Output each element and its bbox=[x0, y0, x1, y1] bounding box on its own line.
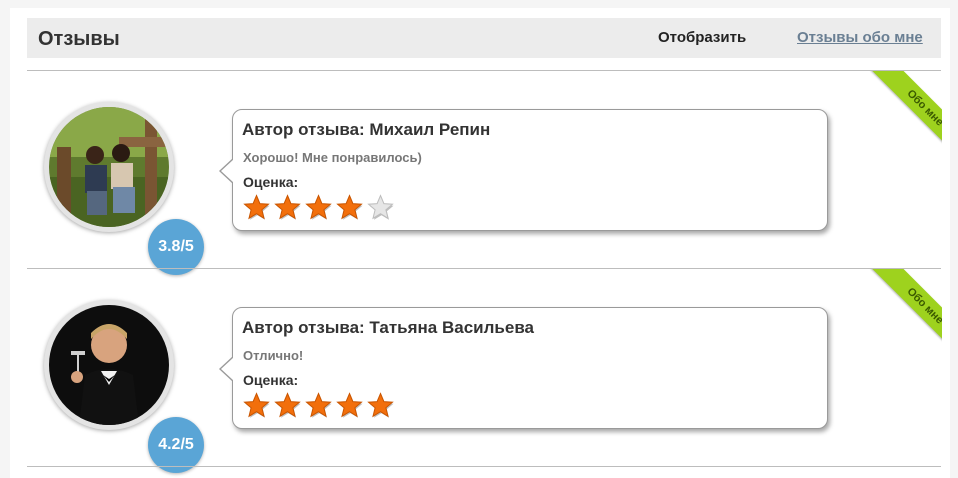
review-text: Хорошо! Мне понравилось) bbox=[243, 150, 422, 165]
ribbon-label: Обо мне bbox=[871, 71, 942, 157]
star-filled-icon bbox=[336, 194, 363, 220]
star-filled-icon bbox=[274, 392, 301, 418]
star-filled-icon bbox=[243, 392, 270, 418]
man-in-tuxedo-photo bbox=[49, 305, 169, 425]
star-filled-icon bbox=[367, 392, 394, 418]
score-badge: 4.2/5 bbox=[148, 417, 204, 473]
review-bubble: Автор отзыва: Михаил Репин Хорошо! Мне п… bbox=[219, 109, 828, 231]
divider bbox=[27, 466, 941, 467]
score-badge: 3.8/5 bbox=[148, 219, 204, 275]
review-bubble: Автор отзыва: Татьяна Васильева Отлично!… bbox=[219, 307, 828, 429]
review-author: Автор отзыва: Татьяна Васильева bbox=[242, 318, 534, 337]
star-filled-icon bbox=[274, 194, 301, 220]
star-filled-icon bbox=[336, 392, 363, 418]
star-rating bbox=[243, 194, 394, 222]
star-empty-icon bbox=[367, 194, 394, 220]
avatar[interactable]: 3.8/5 bbox=[44, 102, 204, 275]
review-text: Отлично! bbox=[243, 348, 304, 363]
rating-label: Оценка: bbox=[243, 174, 299, 190]
star-filled-icon bbox=[305, 194, 332, 220]
bubble-tail-fill bbox=[221, 357, 234, 381]
couple-photo bbox=[49, 107, 169, 227]
about-me-ribbon: Обо мне bbox=[856, 269, 942, 355]
page-title: Отзывы bbox=[38, 28, 120, 50]
reviews-panel: Отзывы Отобразить Отзывы обо мне 3.8/5 А… bbox=[10, 8, 950, 478]
star-rating bbox=[243, 392, 394, 420]
ribbon-label: Обо мне bbox=[871, 269, 942, 355]
filter-label: Отобразить bbox=[658, 29, 747, 46]
rating-label: Оценка: bbox=[243, 372, 299, 388]
bubble-tail-fill bbox=[221, 159, 234, 183]
filter-reviews-about-me-link[interactable]: Отзывы обо мне bbox=[797, 29, 923, 46]
star-filled-icon bbox=[305, 392, 332, 418]
avatar[interactable]: 4.2/5 bbox=[44, 300, 204, 473]
review-item: 3.8/5 Автор отзыва: Михаил Репин Хорошо!… bbox=[27, 71, 942, 275]
reviews-header: Отзывы Отобразить Отзывы обо мне bbox=[27, 18, 941, 58]
review-item: 4.2/5 Автор отзыва: Татьяна Васильева От… bbox=[27, 269, 942, 473]
about-me-ribbon: Обо мне bbox=[856, 71, 942, 157]
review-author: Автор отзыва: Михаил Репин bbox=[242, 120, 491, 139]
star-filled-icon bbox=[243, 194, 270, 220]
